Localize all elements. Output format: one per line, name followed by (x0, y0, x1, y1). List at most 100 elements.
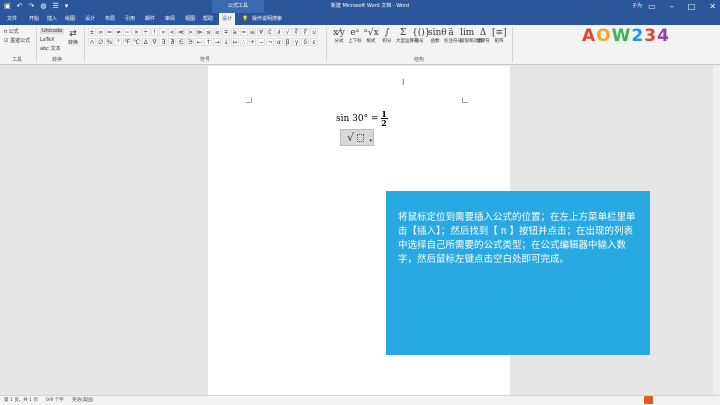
tab-help[interactable]: 帮助 (200, 13, 216, 25)
symbol-button[interactable]: ∝ (159, 28, 168, 36)
symbol-button[interactable]: ∜ (301, 28, 310, 36)
tab-home[interactable]: 开始 (26, 13, 42, 25)
structure-button[interactable]: eˣ 上下标 (348, 27, 362, 45)
text-option[interactable]: abc 文本 (40, 45, 61, 52)
page-count[interactable]: 第 1 页，共 1 页 (4, 396, 38, 405)
symbol-button[interactable]: ∩ (88, 38, 96, 46)
tab-mailings[interactable]: 邮件 (142, 13, 158, 25)
symbol-button[interactable]: ε (310, 38, 318, 46)
symbol-button[interactable]: + (248, 38, 257, 46)
symbol-button[interactable]: ÷ (141, 28, 150, 36)
minimize-icon[interactable]: – (670, 2, 674, 11)
close-icon[interactable]: ✕ (709, 2, 716, 11)
symbol-button[interactable]: > (186, 28, 195, 36)
tab-equation-design[interactable]: 设计 (219, 13, 236, 25)
structure-button[interactable]: {()} 括号 (412, 27, 430, 45)
symbol-button[interactable]: √ (283, 28, 292, 36)
tab-file[interactable]: 文件 (4, 13, 20, 25)
equation-options-dropdown-icon[interactable]: ▾ (369, 138, 372, 144)
unicode-option[interactable]: Unicode (40, 28, 65, 34)
symbol-button[interactable]: ∂ (274, 28, 283, 36)
structure-button[interactable]: Δ 运算符 (476, 27, 490, 45)
tab-view[interactable]: 视图 (182, 13, 198, 25)
symbol-button[interactable]: ∪ (310, 28, 318, 36)
symbol-button[interactable]: ∄ (168, 38, 177, 46)
symbol-button[interactable]: ∞ (96, 28, 105, 36)
symbol-button[interactable]: = (105, 28, 114, 36)
symbol-button[interactable]: ∛ (292, 28, 301, 36)
symbol-button[interactable]: ! (150, 28, 159, 36)
redo-icon[interactable]: ↷ (29, 2, 35, 11)
symbol-button[interactable]: ∴ (239, 38, 248, 46)
symbol-button[interactable]: ↑ (204, 38, 213, 46)
symbol-button[interactable]: ≈ (239, 28, 248, 36)
symbol-button[interactable]: ∆ (141, 38, 150, 46)
structure-button[interactable]: ⁿ√x 根式 (364, 27, 379, 45)
formula-sin30[interactable]: sin 30° = 1 2 (336, 110, 388, 127)
symbol-button[interactable]: ↓ (222, 38, 230, 46)
structure-button[interactable]: lim 极限和对数 (460, 27, 483, 45)
symbol-button[interactable]: ≅ (230, 28, 239, 36)
symbol-button[interactable]: ∈ (177, 38, 186, 46)
symbol-button[interactable]: ℉ (123, 38, 132, 46)
user-name[interactable]: 子为 (632, 0, 642, 13)
convert-button[interactable]: ⇄ 转换 (68, 29, 78, 46)
symbol-button[interactable]: ¬ (266, 38, 274, 46)
maximize-icon[interactable]: □ (688, 2, 696, 11)
symbol-button[interactable]: β (283, 38, 292, 46)
vertical-scrollbar[interactable] (713, 66, 720, 395)
symbol-button[interactable]: ← (195, 38, 204, 46)
symbol-button[interactable]: ± (88, 28, 96, 36)
symbol-button[interactable]: ∓ (222, 28, 230, 36)
symbol-button[interactable]: ∀ (257, 28, 266, 36)
symbol-button[interactable]: ≡ (248, 28, 257, 36)
symbol-button[interactable]: ↔ (230, 38, 239, 46)
symbol-button[interactable]: δ (301, 38, 310, 46)
customize-icon[interactable]: ▾ (65, 2, 69, 11)
symbol-button[interactable]: → (213, 38, 222, 46)
symbol-button[interactable]: ∃ (159, 38, 168, 46)
symbol-button[interactable]: ∇ (150, 38, 159, 46)
symbol-button[interactable]: ∅ (96, 38, 105, 46)
tab-layout[interactable]: 布局 (102, 13, 118, 25)
latex-option[interactable]: LaTeX (40, 37, 55, 43)
tab-draw[interactable]: 绘图 (62, 13, 78, 25)
ink-equation-button[interactable]: ☑ 墨迹公式 (4, 37, 30, 44)
symbol-button[interactable]: ∋ (186, 38, 195, 46)
symbol-button[interactable]: ≫ (195, 28, 204, 36)
symbol-button[interactable]: % (105, 38, 114, 46)
structure-button[interactable]: [≡] 矩阵 (492, 27, 507, 45)
symbol-button[interactable]: ∁ (266, 28, 274, 36)
tab-design[interactable]: 设计 (82, 13, 98, 25)
structure-button[interactable]: ä 标注符号 (444, 27, 462, 45)
undo-icon[interactable]: ↶ (17, 2, 23, 11)
structure-button[interactable]: Σ 大型运算符 (396, 27, 419, 45)
word-count[interactable]: 0/9 个字 (46, 396, 64, 405)
equation-button[interactable]: π 公式 (4, 28, 19, 35)
symbol-button[interactable]: ≠ (114, 28, 123, 36)
symbol-button[interactable]: α (274, 38, 283, 46)
language[interactable]: 英语(美国) (72, 396, 94, 405)
equation-editor-box[interactable]: √ ▾ (340, 129, 374, 146)
structure-button[interactable]: x⁄y 分式 (332, 27, 346, 45)
structure-button[interactable]: ∫ 积分 (380, 27, 394, 45)
radicand-placeholder[interactable] (357, 134, 364, 142)
symbol-button[interactable]: ≤ (204, 28, 213, 36)
symbol-button[interactable]: ≪ (177, 28, 186, 36)
symbol-button[interactable]: ~ (123, 28, 132, 36)
symbol-button[interactable]: ℃ (132, 38, 141, 46)
tab-references[interactable]: 引用 (122, 13, 138, 25)
list-icon[interactable]: ☰ (52, 2, 58, 11)
save-icon[interactable]: ▣ (4, 2, 11, 11)
touch-icon[interactable]: ◍ (40, 2, 46, 11)
tell-me-search[interactable]: 操作说明搜索 (252, 13, 282, 25)
ribbon-options-icon[interactable]: ▭ (648, 2, 656, 11)
structure-button[interactable]: sinθ 函数 (428, 27, 447, 45)
symbol-button[interactable]: < (168, 28, 177, 36)
tab-review[interactable]: 审阅 (162, 13, 178, 25)
symbol-button[interactable]: ° (114, 38, 123, 46)
symbol-button[interactable]: γ (292, 38, 301, 46)
symbol-button[interactable]: − (257, 38, 266, 46)
symbol-button[interactable]: ≥ (213, 28, 222, 36)
symbol-button[interactable]: × (132, 28, 141, 36)
